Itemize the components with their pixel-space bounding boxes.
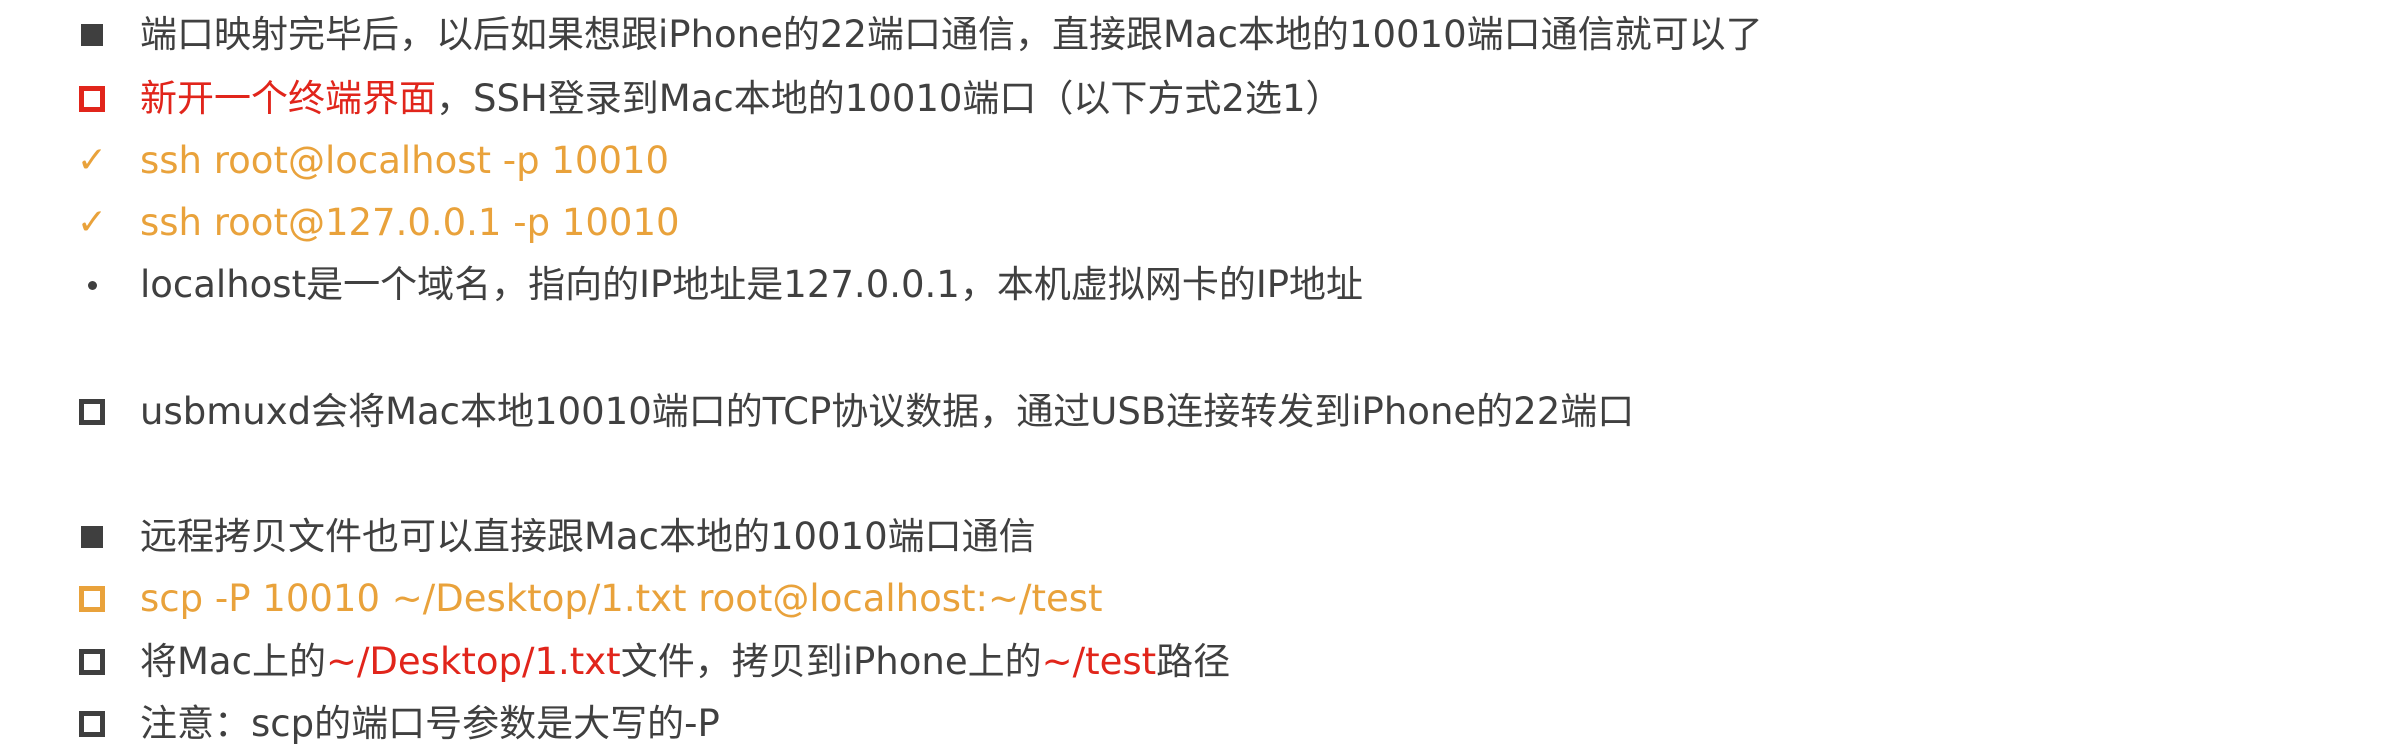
hollow-square-bullet-icon — [72, 633, 112, 691]
hollow-square-red-bullet-icon — [72, 70, 112, 128]
line-10-text: 注意：scp的端口号参数是大写的-P — [140, 702, 720, 745]
line-9-text: 将Mac上的~/Desktop/1.txt文件，拷贝到iPhone上的~/tes… — [140, 633, 1230, 691]
line-4-command: ssh root@127.0.0.1 -p 10010 — [140, 201, 680, 244]
line-9-part1: 将Mac上的 — [140, 640, 326, 683]
line-9-part3: 文件，拷贝到iPhone上的 — [620, 640, 1042, 683]
dot-bullet-icon — [72, 256, 112, 314]
line-6-text: usbmuxd会将Mac本地10010端口的TCP协议数据，通过USB连接转发到… — [140, 390, 1635, 433]
line-9-dest-path: ~/test — [1041, 640, 1157, 683]
filled-square-bullet-icon — [72, 6, 112, 64]
hollow-square-orange-bullet-icon — [72, 570, 112, 628]
line-9-part5: 路径 — [1156, 640, 1231, 683]
line-9-source-path: ~/Desktop/1.txt — [325, 640, 621, 683]
checkmark-icon: ✓ — [76, 140, 108, 181]
line-8-command: scp -P 10010 ~/Desktop/1.txt root@localh… — [140, 577, 1103, 620]
checkmark-icon: ✓ — [76, 202, 108, 243]
line-2-text: 新开一个终端界面，SSH登录到Mac本地的10010端口（以下方式2选1） — [140, 70, 1343, 128]
line-2-highlight: 新开一个终端界面 — [140, 77, 436, 120]
line-3-command: ssh root@localhost -p 10010 — [140, 139, 670, 182]
line-2-rest: ，SSH登录到Mac本地的10010端口（以下方式2选1） — [436, 77, 1343, 120]
hollow-square-bullet-icon — [72, 383, 112, 441]
line-1-text: 端口映射完毕后，以后如果想跟iPhone的22端口通信，直接跟Mac本地的100… — [140, 13, 1763, 56]
line-7-text: 远程拷贝文件也可以直接跟Mac本地的10010端口通信 — [140, 515, 1036, 558]
filled-square-bullet-icon — [72, 508, 112, 566]
slide-content: 端口映射完毕后，以后如果想跟iPhone的22端口通信，直接跟Mac本地的100… — [0, 0, 2390, 754]
hollow-square-bullet-icon — [72, 695, 112, 753]
line-5-text: localhost是一个域名，指向的IP地址是127.0.0.1，本机虚拟网卡的… — [140, 263, 1364, 306]
